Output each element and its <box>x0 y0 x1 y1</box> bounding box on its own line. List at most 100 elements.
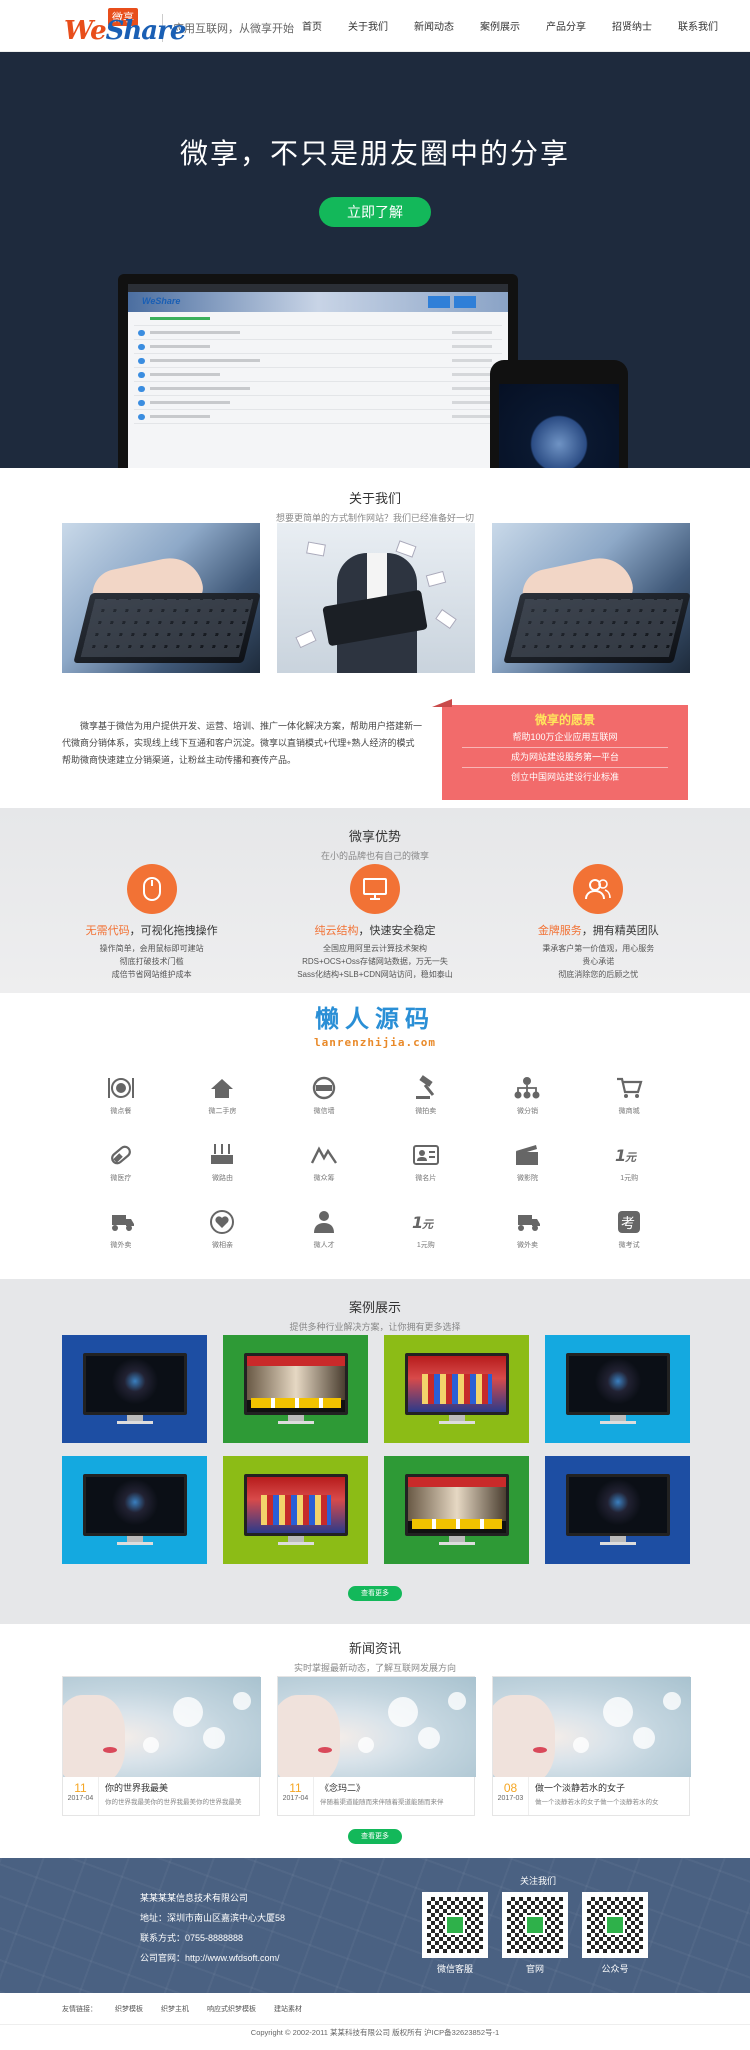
feature-item[interactable]: 微信墙 <box>273 1073 375 1116</box>
about-description: 微享基于微信为用户提供开发、运营、培训、推广一体化解决方案，帮助用户搭建新一代微… <box>62 721 423 765</box>
case-tile[interactable] <box>384 1456 529 1564</box>
feature-item[interactable]: 微影院 <box>477 1140 579 1183</box>
feature-item[interactable]: 微人才 <box>273 1207 375 1250</box>
feature-item[interactable]: 微外卖 <box>477 1207 579 1250</box>
monitor-mockup <box>243 1353 348 1425</box>
news-headline[interactable]: 做一个淡静若水的女子 <box>535 1781 659 1794</box>
nav-about[interactable]: 关于我们 <box>348 18 388 33</box>
company-address: 地址：深圳市南山区嘉滨中心大厦58 <box>140 1913 286 1923</box>
qr-wechat-service: 微信客服 <box>422 1892 488 1975</box>
feature-item[interactable]: 微拍卖 <box>375 1073 477 1116</box>
qr-label: 公众号 <box>601 1964 629 1974</box>
news-year-month: 2017-04 <box>67 1795 94 1802</box>
team-icon <box>573 864 624 914</box>
feature-item[interactable]: 微医疗 <box>70 1140 172 1183</box>
case-tile[interactable] <box>545 1456 690 1564</box>
feature-item[interactable]: 微二手房 <box>172 1073 274 1116</box>
news-day: 08 <box>503 1781 518 1795</box>
clapper-icon <box>510 1140 544 1170</box>
news-list: 11 2017-04 你的世界我最美 你的世界我最美你的世界我最美你的世界我最美 11 2… <box>62 1676 691 1816</box>
qr-official-site: 官网 <box>502 1892 568 1975</box>
about-image-businessman <box>277 523 475 673</box>
qr-label: 官网 <box>525 1964 544 1974</box>
nav-home[interactable]: 首页 <box>302 18 322 33</box>
advantage-desc-line: 操作简单，会用鼠标即可建站 <box>99 944 204 953</box>
feature-item[interactable]: 微众筹 <box>273 1140 375 1183</box>
cases-section: 案例展示 提供多种行业解决方案，让你拥有更多选择 查看更多 <box>0 1279 750 1624</box>
feature-item[interactable]: 1 元 1元购 <box>578 1140 680 1183</box>
case-tile[interactable] <box>62 1456 207 1564</box>
case-tile[interactable] <box>223 1335 368 1443</box>
feature-item[interactable]: 考微考试 <box>578 1207 680 1250</box>
qr-code-icon <box>422 1892 488 1958</box>
watermark-cn: 懒人源码 <box>315 1006 435 1033</box>
news-card[interactable]: 11 2017-04 《念玛二》 伴随着渠道能随而来伴随着渠道能随而来伴 <box>277 1676 476 1816</box>
feature-label: 微考试 <box>618 1242 640 1249</box>
nav-cases[interactable]: 案例展示 <box>480 18 520 33</box>
monitor-mockup <box>82 1353 187 1425</box>
case-tile[interactable] <box>384 1335 529 1443</box>
news-subtitle: 实时掌握最新动态，了解互联网发展方向 <box>293 1663 456 1673</box>
cases-subtitle: 提供多种行业解决方案，让你拥有更多选择 <box>289 1322 461 1332</box>
news-date: 11 2017-04 <box>63 1777 99 1815</box>
hero-title: 微享，不只是朋友圈中的分享 <box>179 137 570 170</box>
router-icon <box>205 1140 239 1170</box>
advantage-cloud: 纯云结构，快速安全稳定 全国应用阿里云计算技术架构 RDS+OCS+Oss存储网… <box>275 864 475 981</box>
mouse-icon <box>126 864 177 914</box>
logo-en: WeShare <box>64 15 187 46</box>
feature-item[interactable]: 微点餐 <box>70 1073 172 1116</box>
feature-item[interactable]: 1 元 1元购 <box>375 1207 477 1250</box>
advantages-section: 微享优势 在小的品牌也有自己的微享 无需代码，可视化拖拽操作 操作简单，会用鼠标… <box>0 808 750 993</box>
logo-en-share: Share <box>105 15 187 46</box>
feature-label: 微拍卖 <box>415 1108 437 1115</box>
case-tile[interactable] <box>62 1335 207 1443</box>
news-headline[interactable]: 《念玛二》 <box>320 1781 444 1794</box>
news-headline[interactable]: 你的世界我最美 <box>105 1781 242 1794</box>
advantage-heading: ，快速安全稳定 <box>358 925 436 937</box>
crowdfund-icon <box>307 1140 341 1170</box>
friend-link[interactable]: 织梦主机 <box>161 2004 189 2014</box>
feature-item[interactable]: 微路由 <box>172 1140 274 1183</box>
company-site[interactable]: 公司官网：http://www.wfdsoft.com/ <box>140 1948 285 1968</box>
logo[interactable]: 微享 WeShare 应用互联网，从微享开始 <box>64 6 294 46</box>
feature-item[interactable]: 微分销 <box>477 1073 579 1116</box>
delivery-icon <box>510 1207 544 1237</box>
case-grid <box>62 1335 690 1564</box>
news-section: 新闻资讯 实时掌握最新动态，了解互联网发展方向 11 2017-04 你的世界我最美… <box>0 1624 750 1858</box>
feature-item[interactable]: 微外卖 <box>70 1207 172 1250</box>
nav-products[interactable]: 产品分享 <box>546 18 586 33</box>
friend-link[interactable]: 响应式织梦模板 <box>207 2004 256 2014</box>
learn-more-button[interactable]: 立即了解 <box>319 197 431 227</box>
svg-text:元: 元 <box>625 1151 637 1164</box>
cases-more-button[interactable]: 查看更多 <box>348 1586 402 1601</box>
feature-label: 1元购 <box>416 1242 435 1249</box>
nav-jobs[interactable]: 招贤纳士 <box>612 18 652 33</box>
about-title: 关于我们 <box>348 491 401 506</box>
case-tile[interactable] <box>545 1335 690 1443</box>
network-icon <box>510 1073 544 1103</box>
nav-contact[interactable]: 联系我们 <box>678 18 718 33</box>
feature-item[interactable]: 微名片 <box>375 1140 477 1183</box>
friend-link[interactable]: 织梦模板 <box>115 2004 143 2014</box>
nav-news[interactable]: 新闻动态 <box>414 18 454 33</box>
watermark: 懒人源码 lanrenzhijia.com <box>0 999 750 1049</box>
news-image <box>278 1677 476 1777</box>
news-image <box>63 1677 261 1777</box>
news-more-button[interactable]: 查看更多 <box>348 1829 402 1844</box>
svg-text:考: 考 <box>621 1216 635 1232</box>
case-tile[interactable] <box>223 1456 368 1564</box>
feature-label: 微名片 <box>415 1175 437 1182</box>
feature-label: 微信墙 <box>313 1108 335 1115</box>
pill-icon <box>104 1140 138 1170</box>
feature-item[interactable]: 微相亲 <box>172 1207 274 1250</box>
one-yuan-icon: 1元 <box>612 1140 646 1170</box>
news-year-month: 2017-03 <box>497 1795 524 1802</box>
news-card[interactable]: 11 2017-04 你的世界我最美 你的世界我最美你的世界我最美你的世界我最美 <box>62 1676 261 1816</box>
delivery-icon <box>104 1207 138 1237</box>
phone-mockup <box>490 360 628 468</box>
advantage-heading: ，拥有精英团队 <box>581 925 659 937</box>
feature-label: 微二手房 <box>208 1108 237 1115</box>
news-card[interactable]: 08 2017-03 做一个淡静若水的女子 做一个淡静若水的女子做一个淡静若水的女 <box>492 1676 691 1816</box>
friend-link[interactable]: 建站素材 <box>274 2004 302 2014</box>
feature-item[interactable]: 微商城 <box>578 1073 680 1116</box>
